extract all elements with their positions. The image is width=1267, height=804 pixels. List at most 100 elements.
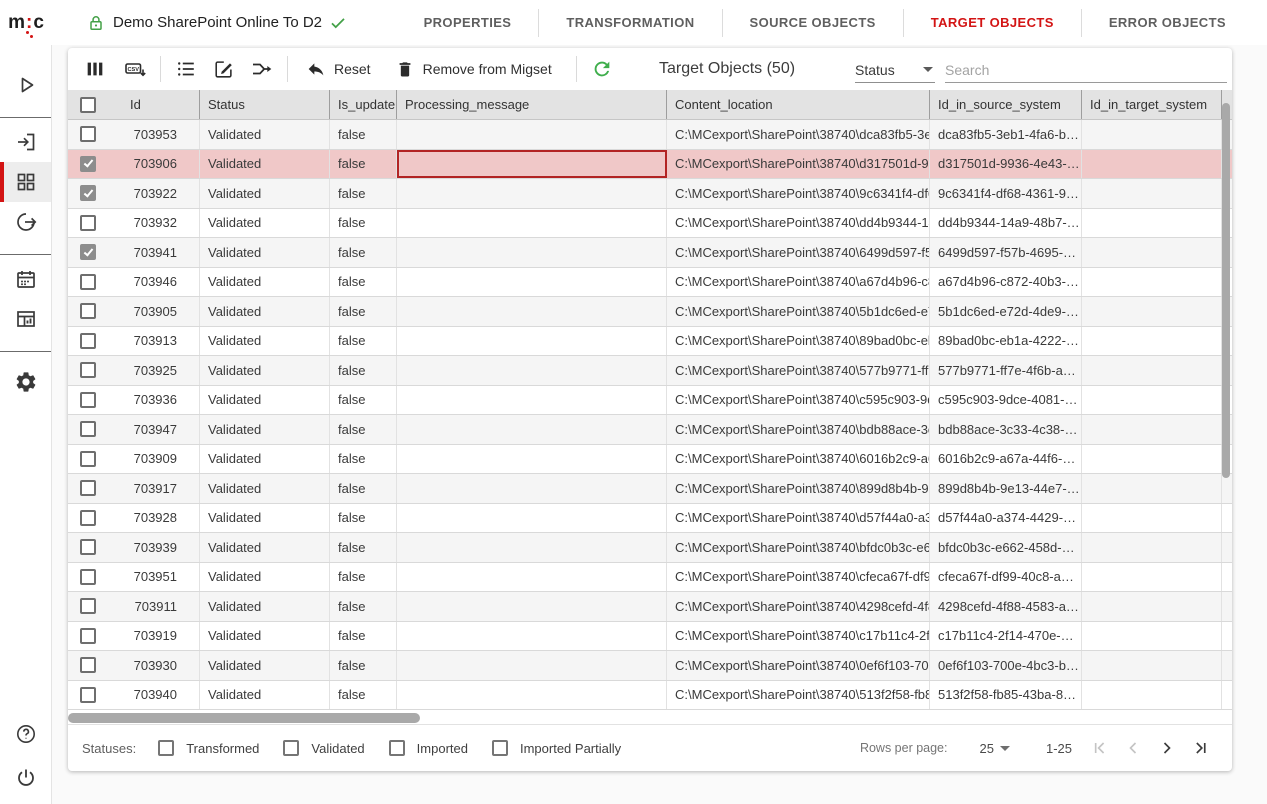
table-row[interactable]: 703930ValidatedfalseC:\MCexport\SharePoi… — [68, 651, 1232, 681]
column-header-id[interactable]: Id — [110, 90, 200, 119]
sidebar-item-logout[interactable] — [0, 758, 51, 798]
sidebar-item-help[interactable] — [0, 714, 51, 754]
table-row[interactable]: 703925ValidatedfalseC:\MCexport\SharePoi… — [68, 356, 1232, 386]
tab-properties[interactable]: PROPERTIES — [397, 15, 539, 30]
sidebar-item-migsets[interactable] — [0, 162, 51, 202]
table-row[interactable]: 703953ValidatedfalseC:\MCexport\SharePoi… — [68, 120, 1232, 150]
table-row[interactable]: 703946ValidatedfalseC:\MCexport\SharePoi… — [68, 268, 1232, 298]
status-filter-label: Status — [855, 62, 895, 78]
rows-per-page-select[interactable]: 25 — [980, 741, 1012, 756]
remove-from-migset-button[interactable]: Remove from Migset — [385, 52, 562, 86]
table-row[interactable]: 703940ValidatedfalseC:\MCexport\SharePoi… — [68, 681, 1232, 711]
sidebar-item-scheduler[interactable] — [0, 259, 51, 299]
table-row[interactable]: 703911ValidatedfalseC:\MCexport\SharePoi… — [68, 592, 1232, 622]
edit-objects-button[interactable] — [207, 52, 241, 86]
row-checkbox[interactable] — [80, 628, 96, 644]
vertical-scrollbar[interactable] — [1222, 103, 1230, 478]
row-checkbox[interactable] — [80, 362, 96, 378]
cell-content-location: C:\MCexport\SharePoint\38740\0ef6f103-70… — [667, 651, 930, 680]
sidebar-item-run[interactable] — [0, 65, 51, 105]
column-header-is-update[interactable]: Is_update — [330, 90, 397, 119]
cell-id: 703911 — [110, 592, 200, 621]
tab-target-objects[interactable]: TARGET OBJECTS — [904, 15, 1081, 30]
table-row[interactable]: 703932ValidatedfalseC:\MCexport\SharePoi… — [68, 209, 1232, 239]
cell-id-in-source-system: 513f2f58-fb85-43ba-8… — [930, 681, 1082, 710]
row-checkbox[interactable] — [80, 185, 96, 201]
row-select-cell — [68, 386, 110, 415]
row-checkbox[interactable] — [80, 303, 96, 319]
sidebar-item-reports[interactable] — [0, 299, 51, 339]
status-checkbox-validated[interactable] — [283, 740, 299, 756]
select-all-checkbox[interactable] — [80, 97, 96, 113]
chevron-down-icon — [1000, 746, 1010, 751]
cell-content-location: C:\MCexport\SharePoint\38740\899d8b4b-9e… — [667, 474, 930, 503]
table-row[interactable]: 703941ValidatedfalseC:\MCexport\SharePoi… — [68, 238, 1232, 268]
row-checkbox[interactable] — [80, 539, 96, 555]
cell-content-location: C:\MCexport\SharePoint\38740\9c6341f4-df… — [667, 179, 930, 208]
export-csv-button[interactable]: CSV — [118, 52, 152, 86]
sidebar-item-export[interactable] — [0, 202, 51, 242]
row-select-cell — [68, 150, 110, 179]
row-checkbox[interactable] — [80, 126, 96, 142]
row-checkbox[interactable] — [80, 274, 96, 290]
next-page-button[interactable] — [1154, 735, 1180, 761]
row-checkbox[interactable] — [80, 244, 96, 260]
row-checkbox[interactable] — [80, 569, 96, 585]
column-header-id-in-target-system[interactable]: Id_in_target_system — [1082, 90, 1222, 119]
cell-id: 703936 — [110, 386, 200, 415]
migset-header: Demo SharePoint Online To D2 — [86, 13, 347, 33]
row-checkbox[interactable] — [80, 657, 96, 673]
status-checkbox-imported[interactable] — [389, 740, 405, 756]
row-checkbox[interactable] — [80, 333, 96, 349]
previous-page-button[interactable] — [1120, 735, 1146, 761]
rows-per-page-label: Rows per page: — [860, 741, 948, 755]
table-row[interactable]: 703919ValidatedfalseC:\MCexport\SharePoi… — [68, 622, 1232, 652]
row-checkbox[interactable] — [80, 687, 96, 703]
refresh-button[interactable] — [585, 52, 619, 86]
first-page-button[interactable] — [1086, 735, 1112, 761]
column-selector-button[interactable] — [78, 52, 112, 86]
table-row[interactable]: 703909ValidatedfalseC:\MCexport\SharePoi… — [68, 445, 1232, 475]
row-checkbox[interactable] — [80, 480, 96, 496]
table-row[interactable]: 703922ValidatedfalseC:\MCexport\SharePoi… — [68, 179, 1232, 209]
row-checkbox[interactable] — [80, 510, 96, 526]
table-row[interactable]: 703906ValidatedfalseC:\MCexport\SharePoi… — [68, 150, 1232, 180]
move-to-migset-button[interactable] — [245, 52, 279, 86]
view-list-button[interactable] — [169, 52, 203, 86]
row-select-cell — [68, 268, 110, 297]
row-checkbox[interactable] — [80, 215, 96, 231]
tab-transformation[interactable]: TRANSFORMATION — [539, 15, 721, 30]
search-input[interactable] — [945, 57, 1227, 83]
cell-id-in-target-system — [1082, 209, 1222, 238]
column-header-status[interactable]: Status — [200, 90, 330, 119]
table-row[interactable]: 703928ValidatedfalseC:\MCexport\SharePoi… — [68, 504, 1232, 534]
row-checkbox[interactable] — [80, 598, 96, 614]
last-page-button[interactable] — [1188, 735, 1214, 761]
tab-source-objects[interactable]: SOURCE OBJECTS — [723, 15, 903, 30]
reset-button[interactable]: Reset — [296, 52, 381, 86]
horizontal-scrollbar[interactable] — [68, 713, 420, 723]
row-checkbox[interactable] — [80, 392, 96, 408]
sidebar-item-settings[interactable] — [0, 362, 51, 402]
table-row[interactable]: 703905ValidatedfalseC:\MCexport\SharePoi… — [68, 297, 1232, 327]
sidebar-bottom — [0, 714, 51, 798]
column-header-id-in-source-system[interactable]: Id_in_source_system — [930, 90, 1082, 119]
tab-error-objects[interactable]: ERROR OBJECTS — [1082, 15, 1253, 30]
table-row[interactable]: 703951ValidatedfalseC:\MCexport\SharePoi… — [68, 563, 1232, 593]
app-logo[interactable]: m:c — [0, 0, 52, 45]
row-checkbox[interactable] — [80, 451, 96, 467]
table-row[interactable]: 703939ValidatedfalseC:\MCexport\SharePoi… — [68, 533, 1232, 563]
column-header-content-location[interactable]: Content_location — [667, 90, 930, 119]
status-checkbox-imported-partially[interactable] — [492, 740, 508, 756]
column-header-processing-message[interactable]: Processing_message — [397, 90, 667, 119]
status-filter-select[interactable]: Status — [855, 57, 935, 83]
row-checkbox[interactable] — [80, 421, 96, 437]
status-checkbox-transformed[interactable] — [158, 740, 174, 756]
table-row[interactable]: 703947ValidatedfalseC:\MCexport\SharePoi… — [68, 415, 1232, 445]
table-row[interactable]: 703917ValidatedfalseC:\MCexport\SharePoi… — [68, 474, 1232, 504]
toolbar-divider — [287, 56, 288, 82]
sidebar-item-import[interactable] — [0, 122, 51, 162]
table-row[interactable]: 703936ValidatedfalseC:\MCexport\SharePoi… — [68, 386, 1232, 416]
row-checkbox[interactable] — [80, 156, 96, 172]
table-row[interactable]: 703913ValidatedfalseC:\MCexport\SharePoi… — [68, 327, 1232, 357]
